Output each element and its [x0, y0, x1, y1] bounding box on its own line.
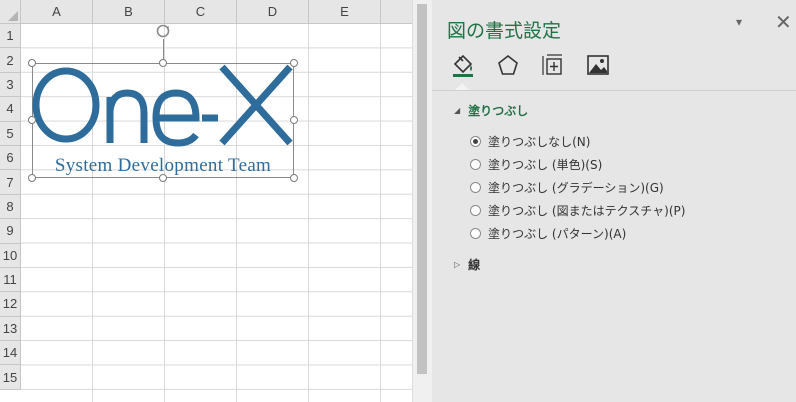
tab-fill-line[interactable]: [448, 50, 478, 80]
vertical-scrollbar[interactable]: [412, 0, 432, 402]
tab-picture[interactable]: [583, 50, 613, 80]
row-headers: 1 2 3 4 5 6 7 8 9 10 11 12 13 14 15: [0, 24, 21, 390]
column-header-f[interactable]: [381, 0, 412, 24]
line-section-header[interactable]: ▷ 線: [454, 256, 480, 273]
row-header[interactable]: 9: [0, 219, 21, 244]
fill-options: 塗りつぶしなし(N) 塗りつぶし (単色)(S) 塗りつぶし (グラデーション)…: [470, 130, 685, 245]
rotate-handle-icon[interactable]: [155, 23, 171, 39]
column-header-a[interactable]: A: [21, 0, 93, 24]
pane-options-dropdown[interactable]: ▾: [736, 15, 742, 29]
tab-effects[interactable]: [493, 50, 523, 80]
row-header[interactable]: 2: [0, 48, 21, 73]
row-header[interactable]: 8: [0, 194, 21, 220]
resize-handle-top[interactable]: [159, 59, 167, 67]
fill-option-picture-texture[interactable]: 塗りつぶし (図またはテクスチャ)(P): [470, 199, 685, 222]
fill-option-pattern[interactable]: 塗りつぶし (パターン)(A): [470, 222, 685, 245]
row-header[interactable]: 3: [0, 72, 21, 98]
resize-handle-right[interactable]: [290, 116, 298, 124]
resize-handle-left[interactable]: [28, 116, 36, 124]
select-all-corner[interactable]: [0, 0, 21, 24]
row-header[interactable]: 10: [0, 243, 21, 268]
fill-option-none[interactable]: 塗りつぶしなし(N): [470, 130, 685, 153]
row-header[interactable]: 12: [0, 292, 21, 317]
scrollbar-thumb[interactable]: [417, 4, 427, 374]
row-header[interactable]: 13: [0, 316, 21, 342]
close-icon[interactable]: ✕: [775, 12, 792, 32]
radio-button[interactable]: [470, 159, 481, 170]
column-header-d[interactable]: D: [237, 0, 309, 24]
row-header[interactable]: 14: [0, 341, 21, 366]
worksheet[interactable]: A B C D E 1 2 3 4 5 6 7 8 9 10 11 12 13 …: [0, 0, 412, 402]
fill-section-label: 塗りつぶし: [468, 104, 529, 118]
tab-size-properties[interactable]: [538, 50, 568, 80]
rotation-connector: [163, 39, 164, 59]
column-header-c[interactable]: C: [165, 0, 237, 24]
pane-tabs: [448, 50, 613, 80]
fill-section-header[interactable]: ◢ 塗りつぶし: [454, 102, 528, 119]
row-header[interactable]: 1: [0, 24, 21, 49]
selected-picture-logo[interactable]: System Development Team: [28, 24, 298, 182]
active-tab-indicator: [455, 83, 469, 90]
resize-handle-bottom-right[interactable]: [290, 174, 298, 182]
pane-title: 図の書式設定: [447, 20, 562, 42]
radio-button[interactable]: [470, 136, 481, 147]
resize-handle-top-left[interactable]: [28, 59, 36, 67]
picture-icon: [587, 55, 609, 75]
row-header[interactable]: 4: [0, 97, 21, 122]
resize-handle-top-right[interactable]: [290, 59, 298, 67]
row-header[interactable]: 6: [0, 145, 21, 171]
row-header[interactable]: 11: [0, 267, 21, 293]
option-label: 塗りつぶしなし(N): [488, 135, 591, 149]
collapsed-arrow-icon: ▷: [454, 260, 461, 269]
fill-option-gradient[interactable]: 塗りつぶし (グラデーション)(G): [470, 176, 685, 199]
resize-handle-bottom[interactable]: [159, 174, 167, 182]
radio-button[interactable]: [470, 182, 481, 193]
fill-bucket-icon: [453, 54, 473, 77]
pentagon-icon: [498, 54, 518, 75]
option-label: 塗りつぶし (パターン)(A): [488, 227, 627, 241]
option-label: 塗りつぶし (グラデーション)(G): [488, 181, 664, 195]
resize-handle-bottom-left[interactable]: [28, 174, 36, 182]
column-headers: A B C D E: [21, 0, 412, 24]
line-section-label: 線: [468, 258, 481, 272]
row-header[interactable]: 7: [0, 170, 21, 195]
option-label: 塗りつぶし (図またはテクスチャ)(P): [488, 204, 686, 218]
column-header-e[interactable]: E: [309, 0, 381, 24]
expanded-arrow-icon: ◢: [454, 106, 461, 115]
fill-option-solid[interactable]: 塗りつぶし (単色)(S): [470, 153, 685, 176]
radio-button[interactable]: [470, 228, 481, 239]
column-header-b[interactable]: B: [93, 0, 165, 24]
row-header[interactable]: 15: [0, 365, 21, 390]
format-picture-pane: 図の書式設定 ▾ ✕ ◢ 塗りつぶし 塗りつぶしなし(N) 塗りつぶし (単色)…: [432, 0, 796, 402]
row-header[interactable]: 5: [0, 121, 21, 146]
size-properties-icon: [542, 54, 562, 75]
pane-divider: [432, 90, 796, 91]
option-label: 塗りつぶし (単色)(S): [488, 158, 603, 172]
radio-button[interactable]: [470, 205, 481, 216]
